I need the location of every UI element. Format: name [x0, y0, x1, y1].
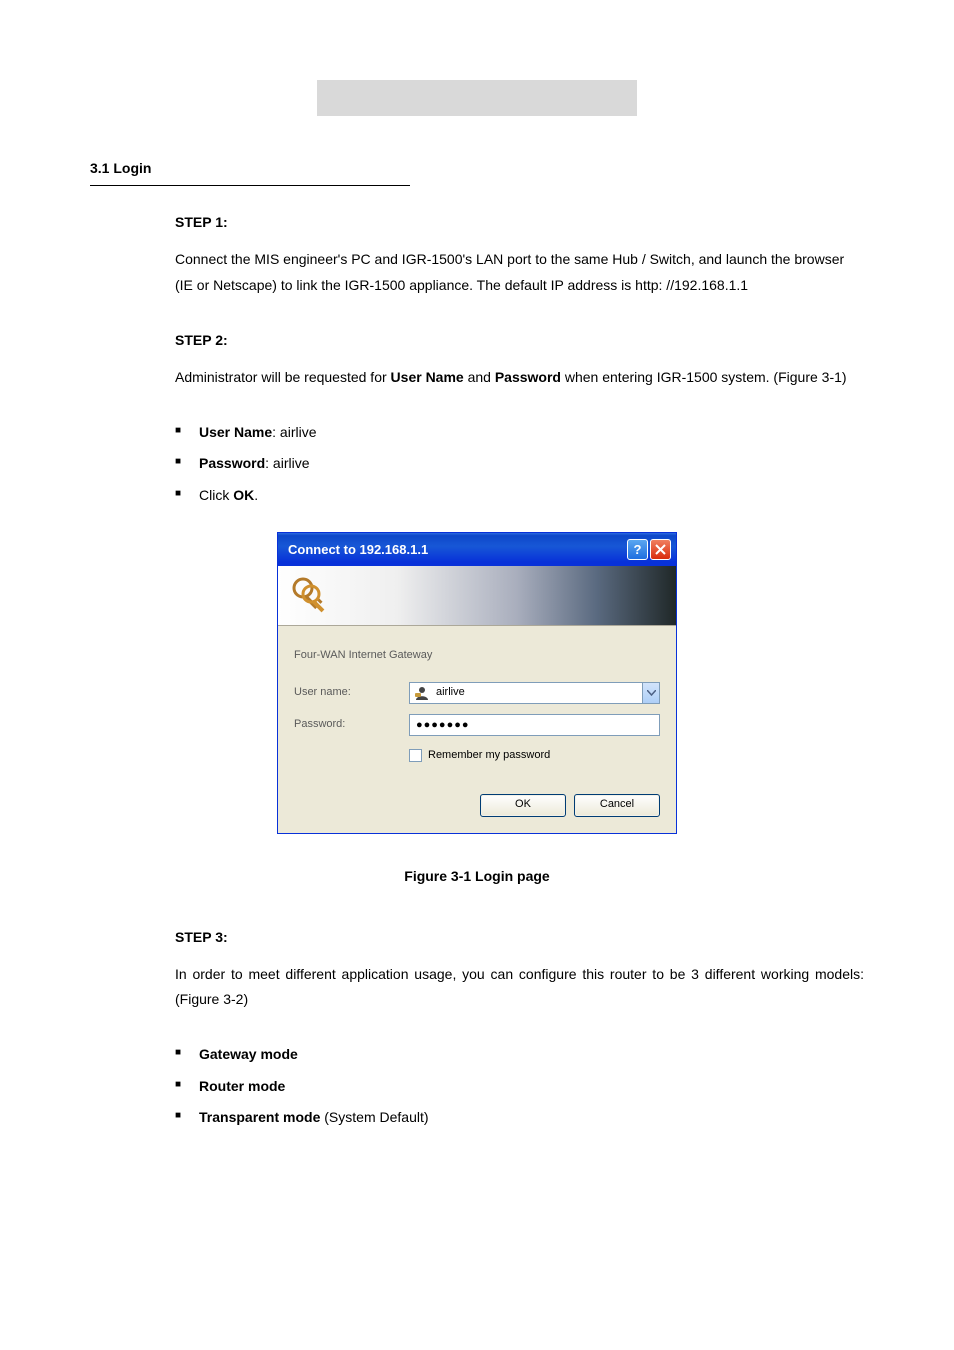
login-dialog: Connect to 192.168.1.1 ? Four-WAN In: [277, 532, 677, 834]
keys-icon: [290, 575, 332, 617]
section-title: 3.1 Login: [90, 156, 410, 186]
step2-pw: Password: [495, 369, 561, 385]
close-button[interactable]: [650, 539, 671, 560]
remember-label: Remember my password: [428, 746, 550, 766]
remember-checkbox[interactable]: [409, 749, 422, 762]
password-row: Password:: [294, 714, 660, 736]
step2-t3: when entering IGR-1500 system. (Figure 3…: [561, 369, 847, 385]
bullet-pw-label: Password: [199, 455, 265, 471]
username-row: User name: airlive: [294, 682, 660, 704]
cancel-button[interactable]: Cancel: [574, 794, 660, 817]
bullet-click: Click OK.: [175, 483, 864, 508]
step1-title: STEP 1:: [175, 210, 864, 235]
password-label: Password:: [294, 715, 409, 735]
user-icon: [414, 685, 430, 701]
step2-un: User Name: [391, 369, 464, 385]
step2-t2: and: [464, 369, 495, 385]
step3-body: In order to meet different application u…: [175, 962, 864, 1012]
step3-title: STEP 3:: [175, 925, 864, 950]
dialog-subtitle: Four-WAN Internet Gateway: [294, 646, 660, 666]
button-row: OK Cancel: [294, 794, 660, 817]
dialog-title: Connect to 192.168.1.1: [288, 538, 428, 561]
bullet-router: Router mode: [175, 1074, 864, 1099]
figure-caption: Figure 3-1 Login page: [90, 864, 864, 889]
bullet-pw-val: : airlive: [265, 455, 309, 471]
bullet-username: User Name: airlive: [175, 420, 864, 445]
titlebar: Connect to 192.168.1.1 ?: [278, 533, 676, 566]
chevron-down-icon[interactable]: [642, 683, 659, 703]
step2-bullets: User Name: airlive Password: airlive Cli…: [175, 420, 864, 508]
bullet-click-post: .: [254, 487, 258, 503]
dialog-wrap: Connect to 192.168.1.1 ? Four-WAN In: [90, 532, 864, 834]
password-input[interactable]: [409, 714, 660, 736]
step2-t1: Administrator will be requested for: [175, 369, 391, 385]
username-label: User name:: [294, 683, 409, 703]
chapter-banner: [317, 80, 637, 116]
step2-title: STEP 2:: [175, 328, 864, 353]
b-trans-post: (System Default): [320, 1109, 428, 1125]
bullet-transparent: Transparent mode (System Default): [175, 1105, 864, 1130]
username-value: airlive: [436, 683, 465, 703]
close-icon: [655, 544, 666, 555]
dialog-body: Four-WAN Internet Gateway User name: air…: [278, 626, 676, 833]
title-buttons: ?: [627, 539, 671, 560]
bullet-un-label: User Name: [199, 424, 272, 440]
bullet-un-val: : airlive: [272, 424, 316, 440]
step1-body: Connect the MIS engineer's PC and IGR-15…: [175, 247, 864, 297]
step2-body: Administrator will be requested for User…: [175, 365, 864, 390]
bullet-click-ok: OK: [233, 487, 254, 503]
username-combo[interactable]: airlive: [409, 682, 660, 704]
remember-row: Remember my password: [409, 746, 660, 766]
b-trans: Transparent mode: [199, 1109, 320, 1125]
step3-bullets: Gateway mode Router mode Transparent mod…: [175, 1042, 864, 1130]
header-strip: [278, 566, 676, 626]
b-router: Router mode: [199, 1078, 285, 1094]
bullet-gateway: Gateway mode: [175, 1042, 864, 1067]
bullet-click-pre: Click: [199, 487, 233, 503]
ok-button[interactable]: OK: [480, 794, 566, 817]
bullet-password: Password: airlive: [175, 451, 864, 476]
b-gateway: Gateway mode: [199, 1046, 298, 1062]
help-button[interactable]: ?: [627, 539, 648, 560]
